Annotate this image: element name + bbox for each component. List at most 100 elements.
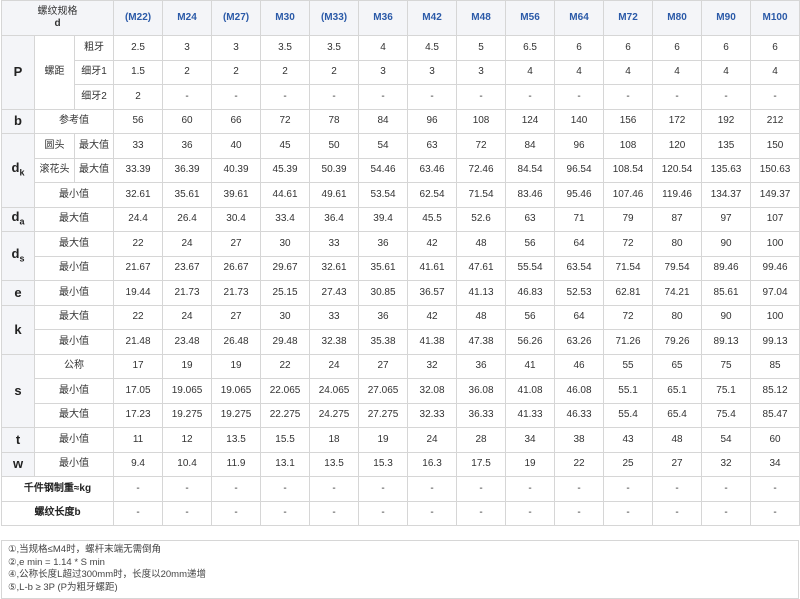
size-header: M36	[358, 0, 409, 36]
value-cell: 6	[750, 35, 800, 61]
value-cell: 4	[652, 59, 703, 85]
value-cell: 75	[701, 353, 752, 379]
symbol-text: s	[14, 382, 22, 398]
size-header: M24	[162, 0, 213, 36]
value-cell: 100	[750, 231, 800, 257]
table-row: da 最大值 24.4 26.4 30.4 33.4 36.4 39.4 45.5 52.6 63 7…	[1, 206, 800, 232]
value-cell: 27	[358, 353, 409, 379]
value-cell: 72	[603, 231, 654, 257]
value-cell: 74.21	[652, 280, 703, 306]
value-cell: 4	[603, 59, 654, 85]
value-cell: -	[701, 84, 752, 110]
table-row: 最大值 17.23 19.275 19.275 22.275 24.275 27.275 32…	[2, 402, 800, 428]
value-cell: 6	[603, 35, 654, 61]
value-cell: 108.54	[603, 157, 654, 183]
note-item: ④,公称长度L超过300mm时，长度以20mm递增	[8, 569, 207, 580]
value-cell: 36	[456, 353, 507, 379]
spec-table: 螺纹规格 d (M22) M24 (M27) M30 (M33) M36 M42 M48 M56…	[0, 0, 800, 526]
value-cell: 35.61	[162, 182, 213, 208]
value-cell: 150	[750, 133, 800, 159]
value-cell: 95.46	[554, 182, 605, 208]
value-cell: 120.54	[652, 157, 703, 183]
value-cell: 65.4	[652, 402, 703, 428]
value-cell: 41.38	[407, 329, 458, 355]
value-cell: 172	[652, 108, 703, 134]
corner-cell: 螺纹规格 d	[0, 0, 115, 36]
value-cell: 5	[456, 35, 507, 61]
value-cell: 32	[701, 451, 752, 477]
value-cell: 89.13	[701, 329, 752, 355]
min-label: 最小值	[33, 280, 115, 306]
value-cell: 12	[162, 427, 213, 453]
value-cell: 55.1	[603, 378, 654, 404]
value-cell: 72.46	[456, 157, 507, 183]
value-cell: 47.38	[456, 329, 507, 355]
value-cell: 44.61	[260, 182, 311, 208]
value-cell: 75.4	[701, 402, 752, 428]
min-label: 最小值	[33, 378, 115, 404]
value-cell: -	[211, 84, 262, 110]
value-cell: 2	[113, 84, 164, 110]
value-cell: 60	[750, 427, 800, 453]
size-header: (M27)	[211, 0, 262, 36]
value-cell: -	[750, 500, 800, 526]
value-cell: 33	[309, 304, 360, 330]
symbol-s: s	[1, 353, 35, 428]
value-cell: 2	[162, 59, 213, 85]
round-head-label: 圆头	[34, 133, 75, 159]
value-cell: 42	[407, 304, 458, 330]
value-cell: 56.26	[505, 329, 556, 355]
value-cell: -	[652, 84, 703, 110]
value-cell: 85.47	[750, 402, 800, 428]
value-cell: 2.5	[113, 35, 164, 61]
value-cell: 24.4	[113, 206, 164, 232]
value-cell: 54.46	[358, 157, 409, 183]
symbol-subscript: a	[19, 216, 25, 227]
value-cell: 25	[603, 451, 654, 477]
value-cell: -	[113, 500, 164, 526]
value-cell: 85.12	[750, 378, 800, 404]
value-cell: 32	[407, 353, 458, 379]
value-cell: 24	[162, 304, 213, 330]
max-label: 最大值	[33, 231, 115, 257]
size-header: M42	[407, 0, 458, 36]
value-cell: 2	[211, 59, 262, 85]
value-cell: 79.54	[652, 255, 703, 281]
table-row: 最小值 32.61 35.61 39.61 44.61 49.61 53.54 62.54 71…	[2, 182, 800, 208]
value-cell: 96.54	[554, 157, 605, 183]
value-cell: 21.73	[211, 280, 262, 306]
value-cell: 52.53	[554, 280, 605, 306]
value-cell: 32.38	[309, 329, 360, 355]
min-label: 最小值	[33, 451, 115, 477]
ref-label: 参考值	[33, 108, 115, 134]
value-cell: 48	[456, 231, 507, 257]
symbol-da: da	[1, 206, 35, 232]
value-cell: 156	[603, 108, 654, 134]
value-cell: 3	[211, 35, 262, 61]
value-cell: 63.46	[407, 157, 458, 183]
value-cell: 65	[652, 353, 703, 379]
value-cell: 3	[162, 35, 213, 61]
value-cell: -	[260, 500, 311, 526]
value-cell: 96	[407, 108, 458, 134]
value-cell: 108	[456, 108, 507, 134]
value-cell: 19.065	[162, 378, 213, 404]
value-cell: 6	[554, 35, 605, 61]
value-cell: 4	[505, 59, 556, 85]
value-cell: -	[358, 476, 409, 502]
value-cell: 36.33	[456, 402, 507, 428]
value-cell: 39.4	[358, 206, 409, 232]
value-cell: 32.08	[407, 378, 458, 404]
value-cell: 56	[113, 108, 164, 134]
value-cell: 72	[603, 304, 654, 330]
value-cell: -	[309, 500, 360, 526]
size-header: (M33)	[309, 0, 360, 36]
value-cell: 41.61	[407, 255, 458, 281]
value-cell: 33	[113, 133, 164, 159]
table-row: w 最小值 9.4 10.4 11.9 13.1 13.5 15.3 16.3 17.5 19 22 2…	[1, 451, 800, 477]
symbol-text: e	[14, 284, 22, 300]
value-cell: 46.33	[554, 402, 605, 428]
nominal-label: 公称	[33, 353, 115, 379]
value-cell: 71	[554, 206, 605, 232]
value-cell: 84.54	[505, 157, 556, 183]
